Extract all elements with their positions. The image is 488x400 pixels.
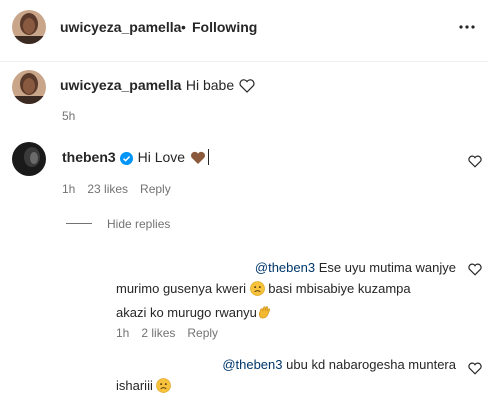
reply-1-line3: akazi ko murugo rwanyu <box>116 305 257 320</box>
comment-meta: 1h 23 likes Reply <box>62 182 183 196</box>
reply-2-mention[interactable]: @theben3 <box>222 357 282 372</box>
reply-1-mention[interactable]: @theben3 <box>255 260 315 275</box>
sad-face-icon <box>156 378 172 399</box>
header-divider <box>0 61 488 62</box>
hide-replies-line <box>66 223 92 224</box>
reply-1-line1: Ese uyu mutima wanjye <box>318 260 456 275</box>
reply-1-likes[interactable]: 2 likes <box>141 326 175 340</box>
like-heart-icon[interactable] <box>468 155 482 169</box>
comment-username[interactable]: theben3 <box>62 149 116 165</box>
header-username[interactable]: uwicyeza_pamella <box>60 19 181 35</box>
white-heart-icon <box>239 79 255 98</box>
caption-time: 5h <box>62 109 76 123</box>
sad-face-icon <box>249 281 265 302</box>
header-separator-dot: • <box>181 19 186 35</box>
verified-badge-icon <box>120 152 134 170</box>
comment-line-theben3: theben3 Hi Love <box>62 149 209 170</box>
reply-2-line1: ubu kd nabarogesha muntera <box>286 357 456 372</box>
reply-1-meta: 1h 2 likes Reply <box>116 326 230 340</box>
reply-2-line2: ishariii <box>116 378 153 393</box>
more-horizontal-icon[interactable] <box>458 20 476 34</box>
comment-likes[interactable]: 23 likes <box>87 182 128 196</box>
waving-hand-icon <box>257 304 272 326</box>
reply-1-time: 1h <box>116 326 130 340</box>
brown-heart-icon <box>190 151 206 170</box>
reply-1-like-heart-icon[interactable] <box>468 263 482 277</box>
reply-2-body: @theben3 ubu kd nabarogesha muntera isha… <box>116 354 456 399</box>
hide-replies-button[interactable]: Hide replies <box>107 217 170 231</box>
reply-1-reply-button[interactable]: Reply <box>187 326 218 340</box>
following-button[interactable]: Following <box>192 19 257 35</box>
reply-2-like-heart-icon[interactable] <box>468 362 482 376</box>
comment-time: 1h <box>62 182 76 196</box>
comment-reply-button[interactable]: Reply <box>140 182 171 196</box>
caption-text: Hi babe <box>185 77 235 93</box>
reply-1-line2b: basi mbisabiye kuzampa <box>268 281 411 296</box>
caption-line: uwicyeza_pamella Hi babe <box>60 77 255 98</box>
reply-1-body: @theben3 Ese uyu mutima wanjye murimo gu… <box>116 257 456 326</box>
caption-avatar[interactable] <box>12 70 46 104</box>
caption-username[interactable]: uwicyeza_pamella <box>60 77 181 93</box>
comment-avatar-theben3[interactable] <box>12 142 46 176</box>
text-cursor <box>207 149 209 165</box>
reply-1-line2a: murimo gusenya kweri <box>116 281 247 296</box>
comment-text: Hi Love <box>137 149 186 165</box>
header-avatar[interactable] <box>12 10 46 44</box>
